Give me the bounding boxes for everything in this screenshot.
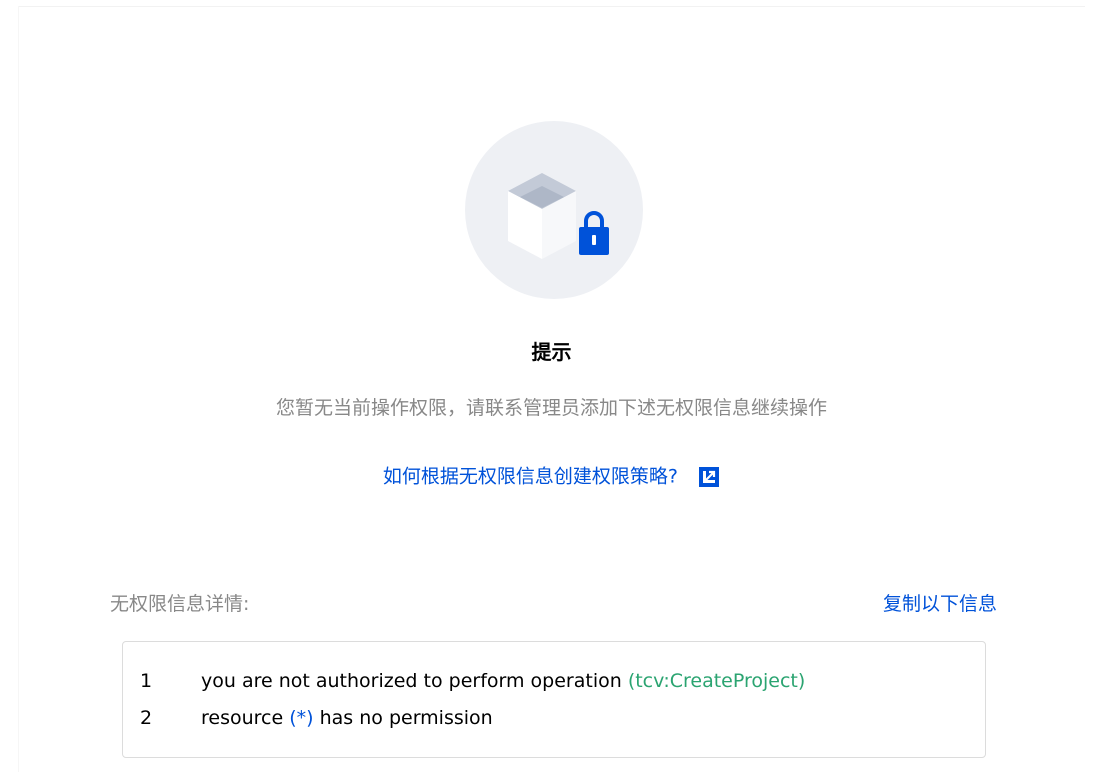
panel-top-border <box>18 6 1085 7</box>
line-content: resource (*) has no permission <box>201 704 493 732</box>
dialog-title: 提示 <box>531 340 572 364</box>
copy-info-link[interactable]: 复制以下信息 <box>883 590 997 618</box>
line-number: 1 <box>140 670 153 692</box>
line-suffix: has no permission <box>319 707 493 729</box>
permission-denied-panel: 提示 您暂无当前操作权限，请联系管理员添加下述无权限信息继续操作 如何根据无权限… <box>0 0 1103 772</box>
resource-highlight: (*) <box>289 707 314 729</box>
details-label: 无权限信息详情: <box>110 593 250 615</box>
permission-details-box: 1 you are not authorized to perform oper… <box>122 641 986 758</box>
dialog-message: 您暂无当前操作权限，请联系管理员添加下述无权限信息继续操作 <box>275 397 827 419</box>
help-link-label[interactable]: 如何根据无权限信息创建权限策略? <box>383 466 678 488</box>
line-number: 2 <box>140 707 153 729</box>
lock-keyhole <box>592 235 596 245</box>
panel-left-border <box>18 6 19 772</box>
external-link-icon[interactable] <box>698 466 720 488</box>
line-prefix: resource <box>201 707 284 729</box>
help-link[interactable]: 如何根据无权限信息创建权限策略? <box>0 462 1103 491</box>
line-content: you are not authorized to perform operat… <box>201 667 805 695</box>
locked-box-icon <box>465 121 643 299</box>
line-text: you are not authorized to perform operat… <box>201 670 622 692</box>
operation-highlight: (tcv:CreateProject) <box>627 670 806 692</box>
